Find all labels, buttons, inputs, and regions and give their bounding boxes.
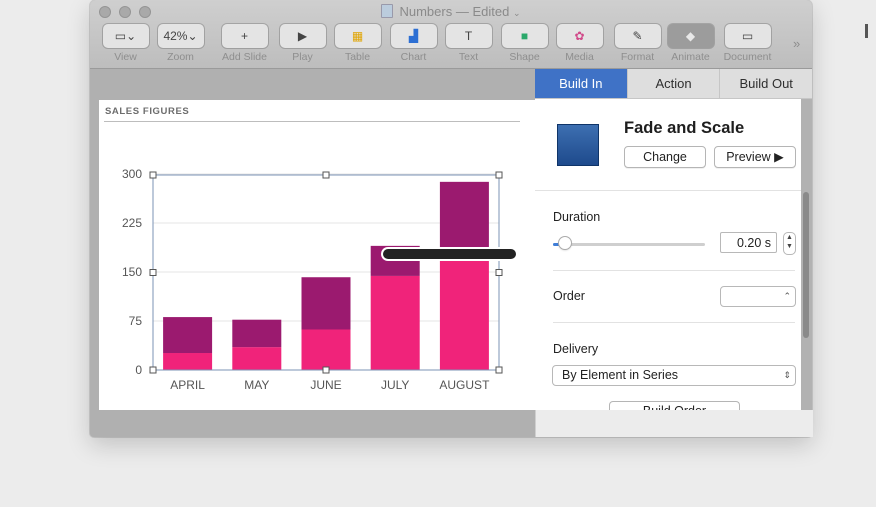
selection-handle (495, 366, 503, 374)
toolbar-add-slide-button[interactable]: + Add Slide (217, 24, 272, 63)
text-icon: T (445, 24, 492, 48)
y-tick-label: 0 (135, 363, 142, 377)
toolbar-label: Shape (509, 51, 540, 63)
toolbar-label: Zoom (167, 51, 194, 63)
toolbar-label: Media (565, 51, 594, 63)
x-tick-label: AUGUST (439, 378, 490, 392)
effect-thumbnail (557, 124, 599, 166)
sidebar-icon: ▭⌄ (102, 24, 149, 48)
toolbar-label: Add Slide (222, 51, 267, 63)
bar-june-series-1 (301, 329, 351, 370)
effect-row: Fade and Scale Change Preview ▶ (535, 99, 801, 191)
table-icon: ▦ (334, 24, 381, 48)
duration-stepper[interactable]: ▲ ▼ (783, 232, 796, 255)
toolbar-label: Table (344, 51, 371, 63)
bar-april-series-2 (163, 317, 213, 354)
duration-field[interactable]: 0.20 s (720, 232, 777, 253)
effect-name: Fade and Scale (624, 119, 745, 137)
divider (553, 322, 795, 323)
x-tick-label: JULY (381, 378, 409, 392)
selection-handle (322, 171, 330, 179)
toolbar-document-button[interactable]: ▭ Document (720, 24, 775, 63)
inspector-footer (535, 410, 813, 437)
animate-icon: ◆ (667, 24, 714, 48)
toolbar-view-button[interactable]: ▭⌄ View (98, 24, 153, 63)
inspector-tabs: Build In Action Build Out (535, 69, 812, 99)
y-tick-label: 75 (129, 314, 143, 328)
toolbar-format-button[interactable]: ✎ Format (610, 24, 665, 63)
select-arrows-icon: ⌃ (783, 291, 791, 301)
toolbar-media-button[interactable]: ✿ Media (552, 24, 607, 63)
delivery-value: By Element in Series (562, 368, 679, 382)
window-title-text: Numbers (399, 4, 453, 19)
duration-label: Duration (553, 210, 601, 224)
document-icon (381, 4, 394, 18)
selection-handle (322, 366, 330, 374)
selection-handle (149, 269, 157, 276)
toolbar-label: Document (723, 51, 772, 63)
y-tick-label: 225 (122, 216, 142, 230)
select-arrows-icon: ⇕ (783, 370, 791, 380)
toolbar-table-button[interactable]: ▦ Table (330, 24, 385, 63)
x-tick-label: MAY (244, 378, 269, 392)
shape-icon: ■ (501, 24, 548, 48)
duration-slider-knob[interactable] (559, 237, 572, 249)
selection-handle (495, 269, 503, 276)
animate-inspector: Build In Action Build Out Fade and Scale… (535, 69, 812, 420)
toolbar-animate-button[interactable]: ◆ Animate (663, 24, 718, 63)
bar-august-series-1 (439, 260, 489, 370)
bar-july-series-1 (370, 275, 420, 370)
order-select[interactable]: ⌃ (720, 286, 796, 307)
chart-icon: ▟ (390, 24, 437, 48)
toolbar-label: Text (458, 51, 479, 63)
bar-june-series-2 (301, 277, 351, 330)
drag-indicator (383, 249, 516, 259)
tab-build-out[interactable]: Build Out (720, 69, 812, 98)
x-tick-label: JUNE (310, 378, 341, 392)
toolbar-label: View (114, 51, 137, 63)
document-icon: ▭ (724, 24, 771, 48)
plus-icon: + (221, 24, 268, 48)
tab-action[interactable]: Action (628, 69, 721, 98)
delivery-label: Delivery (553, 342, 599, 356)
bar-may-series-2 (232, 319, 282, 348)
toolbar-text-button[interactable]: T Text (441, 24, 496, 63)
change-button[interactable]: Change (624, 146, 706, 168)
y-tick-label: 300 (122, 167, 142, 181)
divider (553, 270, 795, 271)
order-label: Order (553, 289, 585, 303)
chevron-down-icon[interactable]: ⌄ (513, 8, 521, 18)
play-icon: ▶ (279, 24, 326, 48)
bar-may-series-1 (232, 347, 282, 370)
toolbar-zoom-button[interactable]: 42%⌄ Zoom (153, 24, 208, 63)
toolbar-label: Chart (400, 51, 427, 63)
toolbar-label: Play (292, 51, 313, 63)
window-edge-marker (865, 24, 868, 38)
selection-handle (149, 171, 157, 179)
tab-build-in[interactable]: Build In (535, 69, 628, 98)
edited-status: — Edited (455, 4, 510, 19)
media-icon: ✿ (556, 24, 603, 48)
duration-slider[interactable] (553, 237, 705, 249)
toolbar-chart-button[interactable]: ▟ Chart (386, 24, 441, 63)
x-tick-label: APRIL (170, 378, 205, 392)
selection-handle (495, 171, 503, 179)
format-icon: ✎ (614, 24, 661, 48)
delivery-select[interactable]: By Element in Series ⇕ (552, 365, 796, 386)
selection-handle (149, 366, 157, 374)
window-title: Numbers — Edited ⌄ (90, 4, 812, 19)
y-tick-label: 150 (122, 265, 142, 279)
toolbar-shape-button[interactable]: ■ Shape (497, 24, 552, 63)
toolbar-label: Animate (671, 51, 710, 63)
inspector-scrollbar[interactable] (803, 192, 809, 338)
toolbar-more-chevron[interactable]: » (793, 36, 800, 51)
zoom-icon: 42%⌄ (157, 24, 204, 48)
title-bar: Numbers — Edited ⌄ ▭⌄ View 42%⌄ Zoom + Add Sl… (90, 0, 812, 69)
preview-button[interactable]: Preview ▶ (714, 146, 796, 168)
toolbar-label: Format (620, 51, 655, 63)
bar-april-series-1 (163, 353, 213, 370)
toolbar-play-button[interactable]: ▶ Play (275, 24, 330, 63)
